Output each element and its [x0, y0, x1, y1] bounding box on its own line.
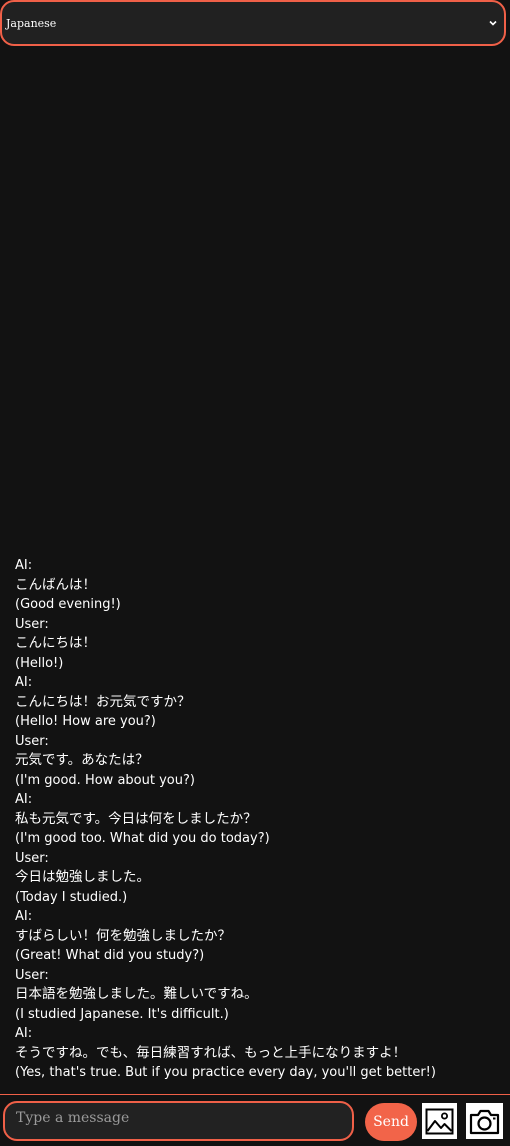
message-speaker: User:	[15, 967, 49, 983]
message-text: 日本語を勉強しました。難しいですね。	[15, 986, 258, 1002]
message-text: こんにちは！お元気ですか？	[15, 693, 191, 710]
message-translation: (I'm good too. What did you do today?)	[15, 831, 270, 846]
message-translation: (Yes, that's true. But if you practice e…	[15, 1065, 436, 1080]
chevron-down-icon	[489, 20, 497, 26]
chat-message: User: こんにちは！ (Hello!)	[15, 615, 500, 674]
message-speaker: User:	[15, 850, 49, 866]
message-speaker: User:	[15, 733, 49, 749]
message-speaker: User:	[15, 616, 49, 632]
message-speaker: AI:	[15, 909, 33, 924]
message-text: こんにちは！	[15, 635, 96, 651]
chat-message: AI: すばらしい！何を勉強しましたか？ (Great! What did yo…	[15, 907, 500, 966]
message-text: 今日は勉強しました。	[15, 869, 150, 885]
chat-message: AI: 私も元気です。今日は何をしましたか？ (I'm good too. Wh…	[15, 790, 500, 849]
message-translation: (Hello!)	[15, 655, 64, 671]
chat-message: User: 元気です。あなたは？ (I'm good. How about yo…	[15, 732, 500, 791]
chat-message: AI: こんばんは！ (Good evening!)	[15, 556, 500, 615]
chat-message: User: 日本語を勉強しました。難しいですね。 (I studied Japa…	[15, 966, 500, 1025]
message-translation: (I'm good. How about you?)	[15, 772, 195, 788]
language-select-value: Japanese	[6, 16, 57, 30]
message-translation: (Great! What did you study?)	[15, 948, 205, 963]
camera-icon	[469, 1109, 500, 1134]
message-speaker: AI:	[15, 792, 33, 807]
chat-log: AI: こんばんは！ (Good evening!) User: こんにちは！ …	[15, 556, 500, 1083]
message-text: そうですね。でも、毎日練習すれば、もっと上手になりますよ！	[15, 1044, 407, 1061]
image-upload-button[interactable]	[422, 1103, 457, 1139]
message-speaker: AI:	[15, 1026, 33, 1041]
image-icon	[425, 1108, 454, 1134]
message-speaker: AI:	[15, 675, 33, 690]
message-translation: (Today I studied.)	[15, 889, 128, 905]
composer-divider	[0, 1094, 510, 1095]
camera-button[interactable]	[466, 1103, 503, 1139]
message-input-wrapper[interactable]	[3, 1101, 354, 1141]
message-translation: (Hello! How are you?)	[15, 714, 156, 729]
message-text: すばらしい！何を勉強しましたか？	[15, 927, 231, 944]
message-input[interactable]	[16, 1110, 341, 1126]
chat-message: AI: そうですね。でも、毎日練習すれば、もっと上手になりますよ！ (Yes, …	[15, 1024, 500, 1083]
message-text: こんばんは！	[15, 576, 96, 593]
message-text: 元気です。あなたは？	[15, 752, 149, 768]
chat-message: AI: こんにちは！お元気ですか？ (Hello! How are you?)	[15, 673, 500, 732]
chat-message: User: 今日は勉強しました。 (Today I studied.)	[15, 849, 500, 908]
language-select[interactable]: Japanese	[0, 0, 506, 46]
message-translation: (I studied Japanese. It's difficult.)	[15, 1006, 229, 1022]
send-button[interactable]: Send	[365, 1103, 417, 1141]
message-speaker: AI:	[15, 558, 33, 573]
message-translation: (Good evening!)	[15, 597, 121, 612]
message-text: 私も元気です。今日は何をしましたか？	[15, 810, 257, 827]
